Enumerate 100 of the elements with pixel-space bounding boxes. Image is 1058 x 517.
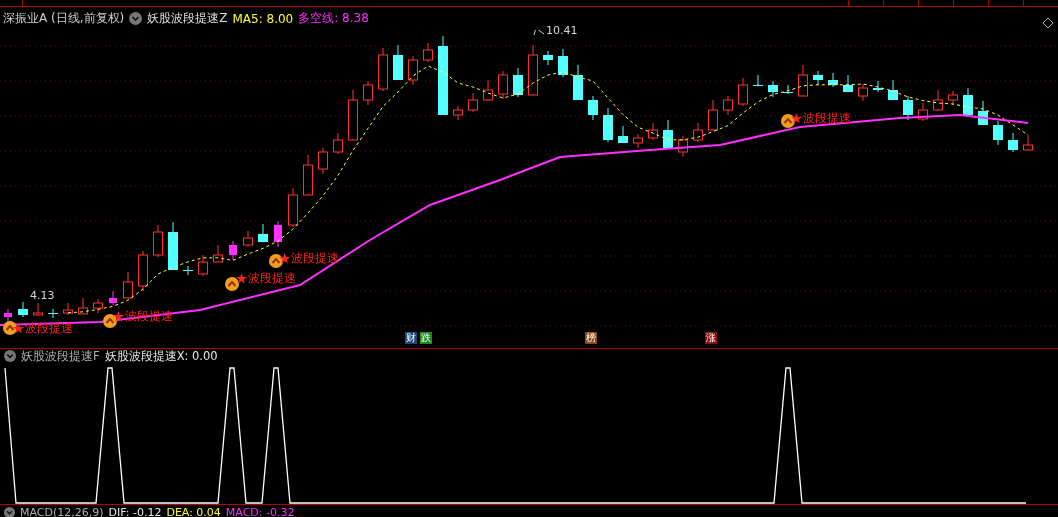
candlestick [798,64,808,97]
candlestick [153,224,163,258]
candlestick [363,80,373,106]
indicator-name: MACD(12,26,9) [20,505,104,517]
star-icon [13,323,24,334]
candlestick [274,220,282,248]
candlestick [768,80,778,98]
indicator-name: 妖股波段提速Z [147,10,228,27]
signal-coin-icon [103,314,117,328]
candlestick [213,244,223,263]
candlestick [933,89,943,111]
ma5-value: MA5: 8.00 [232,11,294,26]
candlestick [498,70,508,100]
candlestick [513,67,523,98]
candlestick [63,302,73,316]
candlestick [903,95,913,121]
event-badge[interactable]: 榜 [585,332,597,344]
candlestick [693,122,703,143]
candlestick [828,72,838,88]
candlestick [588,95,598,121]
candlestick [348,89,358,141]
dropdown-icon[interactable] [4,506,15,517]
candlestick [138,250,148,292]
candlestick [318,147,328,175]
diamond-icon[interactable] [1042,17,1054,29]
dropdown-icon[interactable] [129,12,143,25]
signal-coin-icon [225,277,239,291]
candlestick [453,105,463,121]
candlestick [423,42,433,63]
candlestick [573,64,583,101]
candlestick [229,240,237,261]
candlestick [468,92,478,113]
candlestick [993,120,1003,146]
signal-coin-icon [781,114,795,128]
candlestick [408,55,418,86]
candlestick [858,83,868,102]
candlestick [168,221,178,271]
candlestick [633,133,643,149]
price-label: 4.13 [30,290,55,302]
star-icon [279,253,290,264]
candlestick [483,79,493,101]
candlestick [618,125,628,144]
candlestick [4,308,12,323]
candlestick [738,77,748,107]
candlestick [528,44,538,96]
candlestick [783,84,793,95]
candlestick [258,223,268,243]
indicator-value: 妖股波段提速X: 0.00 [104,348,218,364]
candlestick [288,187,298,228]
indicator-name: 妖股波段提速F [21,348,100,364]
candlestick [78,297,88,315]
candlestick [873,80,883,93]
stock-title: 深振业A (日线,前复权) [3,10,125,27]
candlestick [198,254,208,277]
candlestick [918,102,928,122]
candlestick [123,271,133,299]
signal-label: 波段提速 [803,110,851,127]
candlestick [978,100,988,126]
candlestick [378,47,388,92]
candlestick [18,301,28,318]
candlestick [183,265,193,276]
dea-value: DEA: 0.04 [166,505,221,517]
candlestick [543,50,553,66]
dif-value: DIF: -0.12 [108,505,162,517]
candlestick [393,44,403,81]
signal-label: 波段提速 [248,270,296,287]
candlestick [648,122,658,141]
candlestick [753,74,763,87]
candlestick [843,74,853,93]
star-icon [236,273,247,284]
leader-line [533,30,545,36]
candlestick [678,135,688,158]
candlestick [603,107,613,143]
candlestick [813,70,823,86]
candlestick [1008,132,1018,153]
star-icon [791,113,802,124]
candlestick [888,79,898,101]
candlestick [708,99,718,131]
dropdown-icon[interactable] [4,350,16,362]
signal-coin-icon [269,254,283,268]
candlestick [93,298,103,314]
event-badge[interactable]: 财 [405,332,417,344]
signal-label: 波段提速 [25,320,73,337]
candlestick [109,290,117,306]
candlestick [723,95,733,116]
candlestick [1023,134,1033,151]
candlestick [243,230,253,248]
signal-label: 波段提速 [291,250,339,267]
candlestick [663,119,673,149]
candlestick [48,308,58,319]
candlestick [33,302,43,316]
event-badge[interactable]: 涨 [705,332,717,344]
event-badge[interactable]: 跌 [420,332,432,344]
candlestick [333,132,343,155]
star-icon [113,311,124,322]
candlestick [558,48,568,78]
candlestick [963,87,973,118]
long-short-value: 多空线: 8.38 [298,10,369,27]
candlestick [948,90,958,106]
price-label: 10.41 [546,25,578,37]
